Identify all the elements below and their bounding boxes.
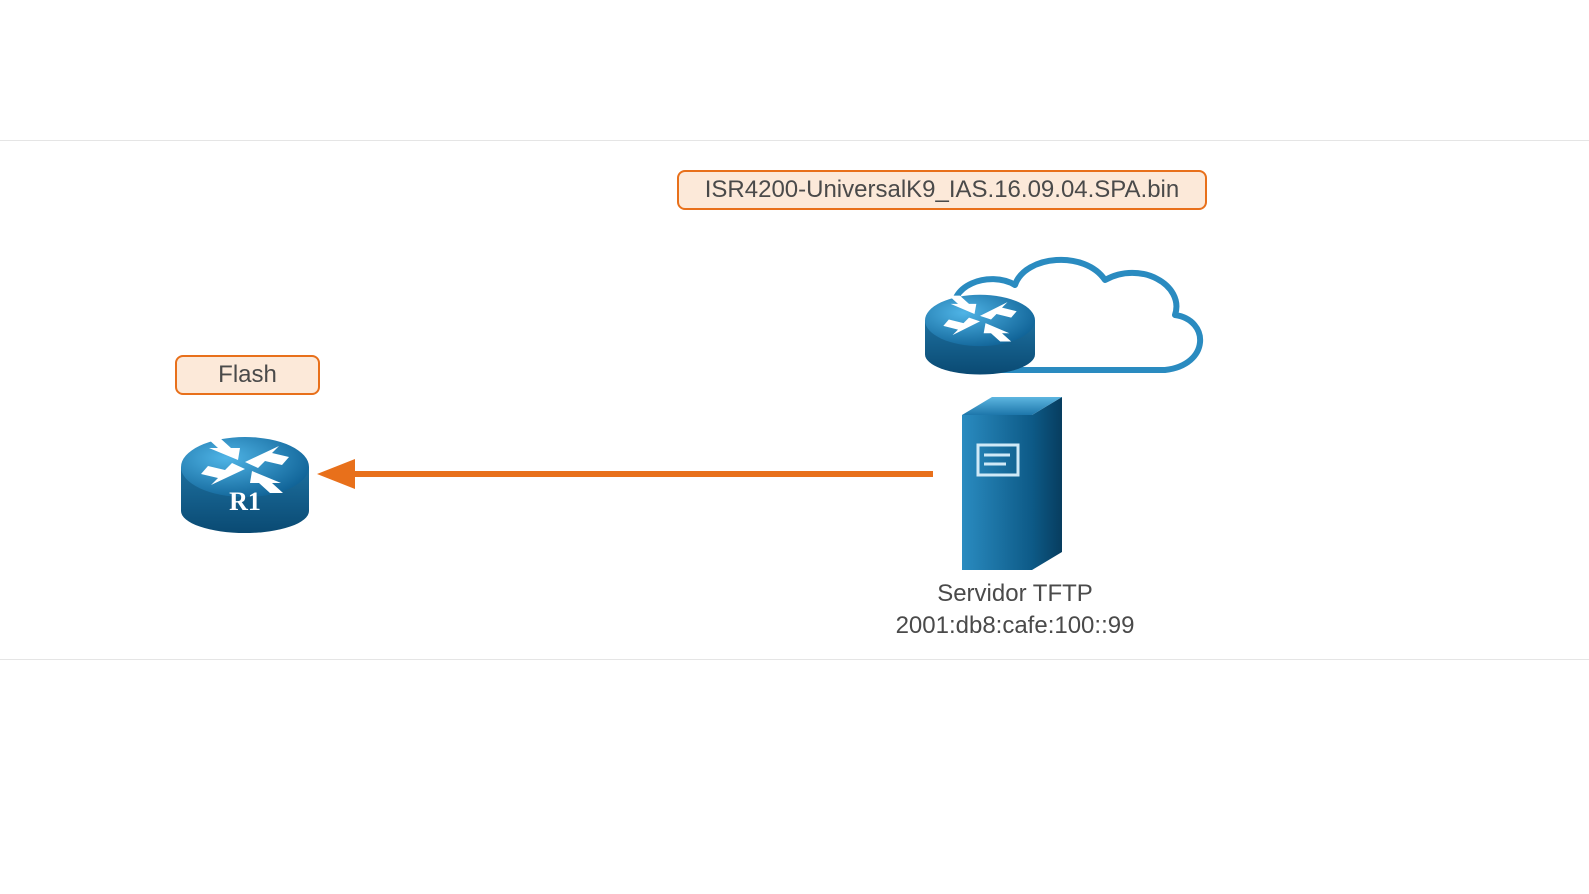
cloud-router-icon	[915, 270, 1045, 380]
server-address: 2001:db8:cafe:100::99	[820, 610, 1210, 642]
label-flash: Flash	[175, 355, 320, 395]
label-ios-file-text: ISR4200-UniversalK9_IAS.16.09.04.SPA.bin	[705, 176, 1180, 203]
label-ios-file: ISR4200-UniversalK9_IAS.16.09.04.SPA.bin	[677, 170, 1207, 210]
diagram-band	[0, 140, 1589, 660]
router-r1-label: R1	[175, 487, 315, 517]
label-flash-text: Flash	[218, 361, 277, 388]
server-title: Servidor TFTP	[820, 578, 1210, 610]
transfer-arrow-icon	[315, 455, 935, 493]
router-r1-icon: R1	[175, 415, 315, 535]
tftp-server-icon	[952, 385, 1072, 575]
server-caption: Servidor TFTP 2001:db8:cafe:100::99	[820, 578, 1210, 643]
